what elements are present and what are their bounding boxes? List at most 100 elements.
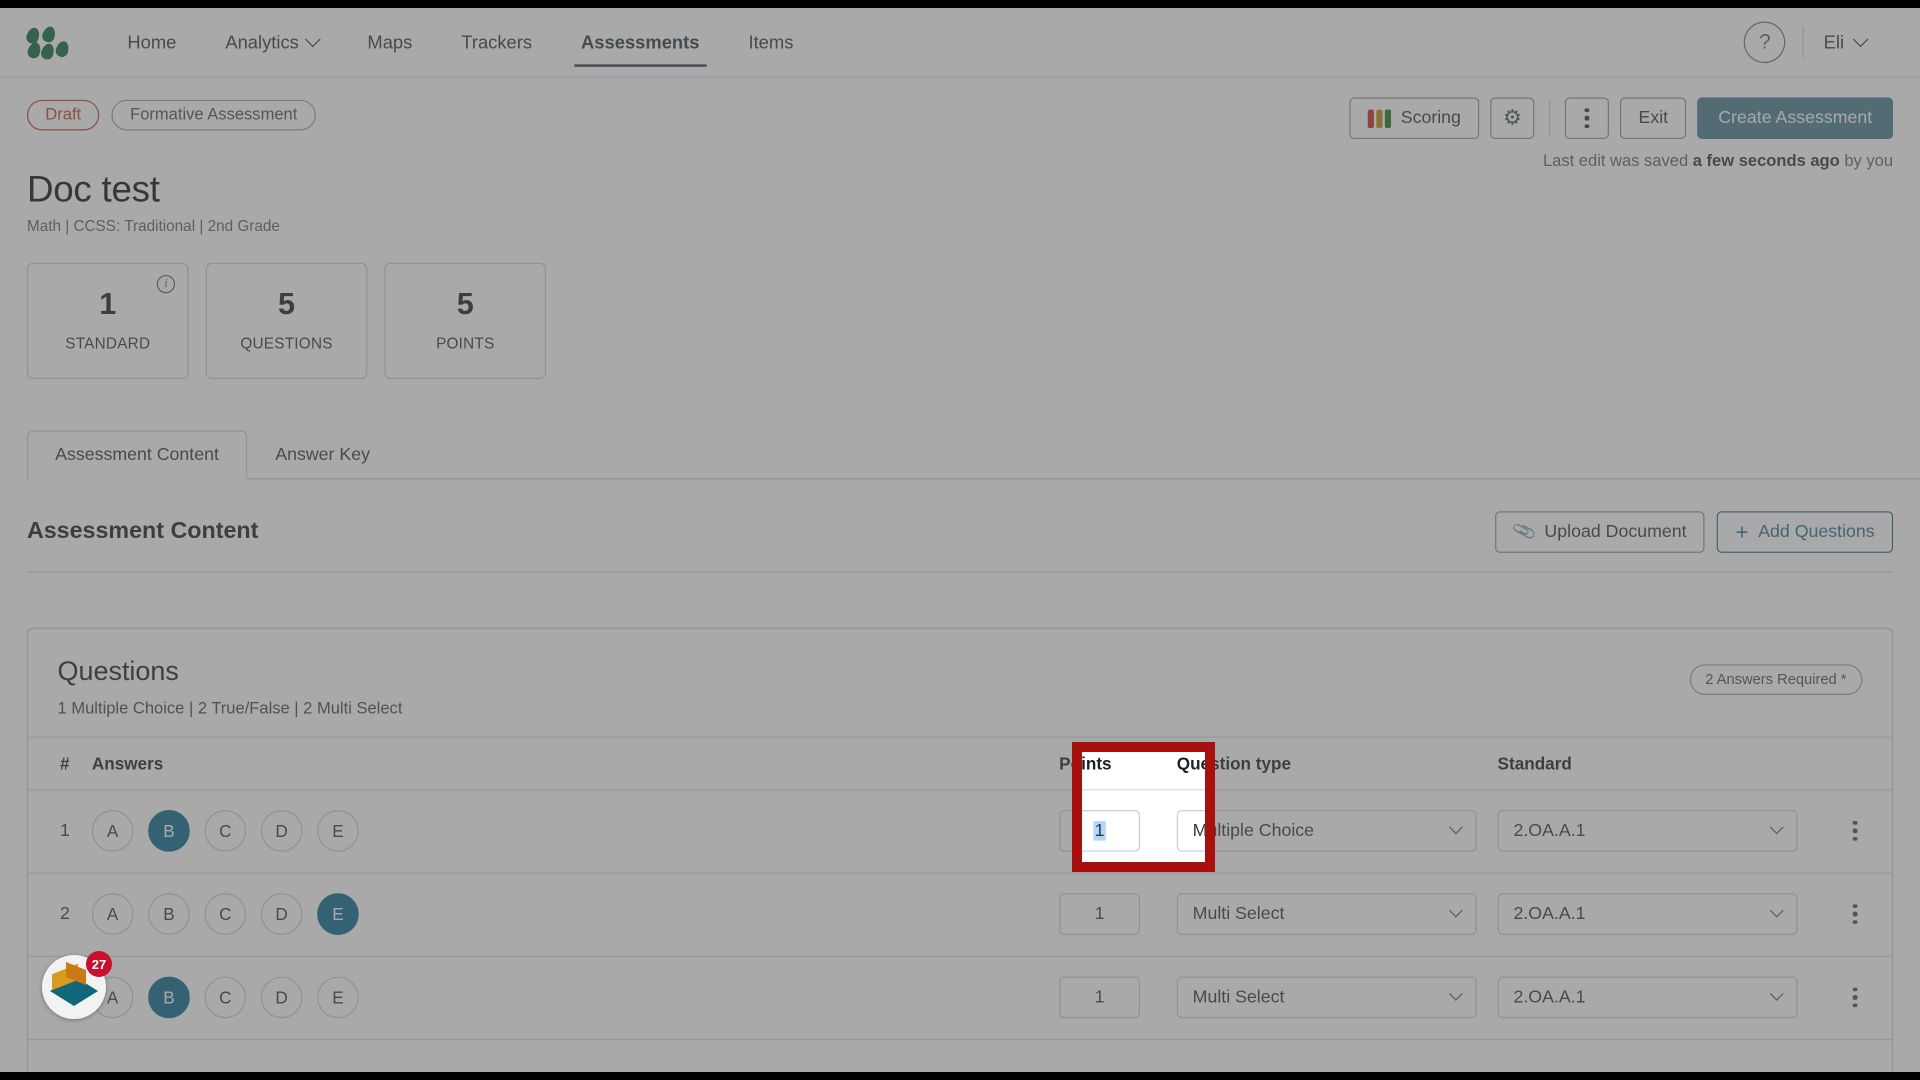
add-questions-label: Add Questions [1758, 521, 1875, 542]
browser-viewport: Home Analytics Maps Trackers Assessments… [0, 8, 1920, 1072]
user-menu[interactable]: Eli [1823, 31, 1893, 53]
assessment-page: Home Analytics Maps Trackers Assessments… [0, 8, 1920, 1072]
stat-card-questions: 5 QUESTIONS [205, 262, 368, 379]
questions-summary: 1 Multiple Choice | 2 True/False | 2 Mul… [57, 698, 403, 717]
row-kebab-menu-icon[interactable] [1818, 820, 1891, 841]
answer-bubble-e[interactable]: E [317, 810, 359, 852]
answer-bubble-e[interactable]: E [317, 893, 359, 935]
exit-button-label: Exit [1638, 108, 1669, 129]
question-type-select[interactable]: Multi Select [1176, 976, 1477, 1019]
scoring-button[interactable]: Scoring [1349, 97, 1480, 140]
chevron-down-icon [1448, 986, 1463, 1001]
question-type-value: Multiple Choice [1192, 821, 1315, 841]
answer-bubble-d[interactable]: D [260, 893, 303, 935]
page-subtitle: Math | CCSS: Traditional | 2nd Grade [26, 216, 280, 234]
nav-item-assessments[interactable]: Assessments [557, 8, 724, 77]
points-input[interactable]: 1 [1059, 810, 1141, 852]
points-input[interactable]: 1 [1059, 976, 1141, 1019]
top-navigation-bar: Home Analytics Maps Trackers Assessments… [0, 8, 1920, 78]
settings-button[interactable]: ⚙ [1490, 97, 1535, 140]
answer-bubble-d[interactable]: D [260, 976, 303, 1019]
kebab-menu-icon [1584, 108, 1590, 129]
overflow-menu-button[interactable] [1565, 97, 1610, 140]
leaf-cluster-logo[interactable] [24, 24, 71, 61]
stat-card-group: i 1 STANDARD 5 QUESTIONS 5 POINTS [26, 262, 1920, 379]
add-questions-button[interactable]: + Add Questions [1717, 510, 1894, 553]
upload-document-button[interactable]: 📎 Upload Document [1494, 510, 1705, 553]
assessment-subheader: Draft Formative Assessment Scoring ⚙ Exi… [0, 78, 1920, 170]
nav-item-analytics[interactable]: Analytics [201, 8, 343, 77]
user-menu-label: Eli [1823, 31, 1845, 53]
page-title: Doc test [26, 169, 160, 210]
questions-table: # Answers Points Question type Standard … [28, 735, 1892, 1072]
upload-document-label: Upload Document [1544, 521, 1687, 542]
tab-label: Answer Key [275, 444, 371, 465]
answer-bubble-b[interactable]: B [148, 893, 190, 935]
last-saved-status: Last edit was saved a few seconds ago by… [1543, 151, 1893, 169]
nav-item-items[interactable]: Items [724, 8, 818, 77]
assessment-action-bar: Scoring ⚙ Exit Create Assessment [1349, 97, 1894, 140]
nav-divider [1802, 26, 1805, 59]
answer-bubble-c[interactable]: C [204, 810, 247, 852]
answer-bubble-b[interactable]: B [148, 976, 190, 1019]
answer-bubble-a[interactable]: A [91, 810, 134, 852]
answer-bubble-a[interactable]: A [91, 893, 134, 935]
points-value: 1 [1094, 904, 1105, 924]
nav-item-label: Assessments [581, 31, 700, 53]
points-input[interactable]: 1 [1059, 893, 1141, 935]
chevron-down-icon [1769, 820, 1784, 835]
question-type-select[interactable]: Multiple Choice [1176, 810, 1477, 852]
exit-button[interactable]: Exit [1620, 97, 1687, 140]
column-header-question-type: Question type [1176, 735, 1498, 790]
row-kebab-menu-icon[interactable] [1818, 987, 1891, 1008]
action-divider [1549, 99, 1551, 137]
standard-select[interactable]: 2.OA.A.1 [1497, 976, 1798, 1019]
tab-answer-key[interactable]: Answer Key [247, 430, 398, 479]
answer-bubble-d[interactable]: D [260, 810, 303, 852]
row-kebab-menu-icon[interactable] [1818, 904, 1891, 925]
nav-item-maps[interactable]: Maps [343, 8, 437, 77]
info-icon[interactable]: i [156, 274, 176, 293]
answer-bubble-c[interactable]: C [204, 893, 247, 935]
create-assessment-label: Create Assessment [1718, 108, 1873, 129]
points-value: 1 [1093, 821, 1106, 841]
create-assessment-button[interactable]: Create Assessment [1697, 97, 1894, 140]
nav-item-label: Items [748, 31, 794, 53]
question-mark-icon[interactable]: ? [1744, 21, 1786, 64]
saved-prefix: Last edit was saved [1542, 151, 1693, 170]
chevron-down-icon [1852, 31, 1869, 47]
row-number: 1 [60, 821, 70, 841]
table-row: 3 A B C D E 1 [28, 955, 1892, 1040]
answer-bubble-e[interactable]: E [317, 976, 359, 1019]
stat-card-points: 5 POINTS [384, 262, 547, 379]
stat-label: QUESTIONS [240, 334, 333, 352]
nav-item-home[interactable]: Home [103, 8, 201, 77]
answer-bubble-b[interactable]: B [148, 810, 190, 852]
nav-item-trackers[interactable]: Trackers [437, 8, 557, 77]
diamond-stack-icon[interactable]: 27 [42, 951, 112, 1019]
nav-right-cluster: ? Eli [1744, 21, 1893, 64]
status-badge-type: Formative Assessment [111, 99, 316, 130]
table-row: 2 A B C D E 1 Multi Select 2.OA.A.1 [28, 872, 1892, 957]
saved-suffix: by you [1839, 151, 1894, 170]
answer-bubble-group: A B C D E [91, 893, 1059, 935]
stat-label: STANDARD [65, 334, 151, 352]
question-type-select[interactable]: Multi Select [1176, 893, 1477, 935]
answer-bubble-group: A B C D E [91, 810, 1059, 852]
stat-value: 5 [278, 286, 296, 321]
standard-value: 2.OA.A.1 [1513, 904, 1586, 924]
standard-select[interactable]: 2.OA.A.1 [1497, 810, 1798, 852]
nav-item-label: Analytics [225, 31, 299, 53]
tab-assessment-content[interactable]: Assessment Content [26, 429, 248, 479]
paperclip-icon: 📎 [1510, 518, 1538, 544]
chevron-down-icon [1769, 986, 1784, 1001]
standard-value: 2.OA.A.1 [1513, 821, 1586, 841]
column-header-menu [1818, 735, 1892, 790]
chevron-down-icon [1448, 903, 1463, 918]
table-row [28, 1039, 1892, 1072]
answer-bubble-c[interactable]: C [204, 976, 247, 1019]
plus-icon: + [1735, 519, 1749, 544]
questions-panel-header: Questions 1 Multiple Choice | 2 True/Fal… [28, 628, 1892, 736]
chevron-down-icon [1448, 820, 1463, 835]
standard-select[interactable]: 2.OA.A.1 [1497, 893, 1798, 935]
